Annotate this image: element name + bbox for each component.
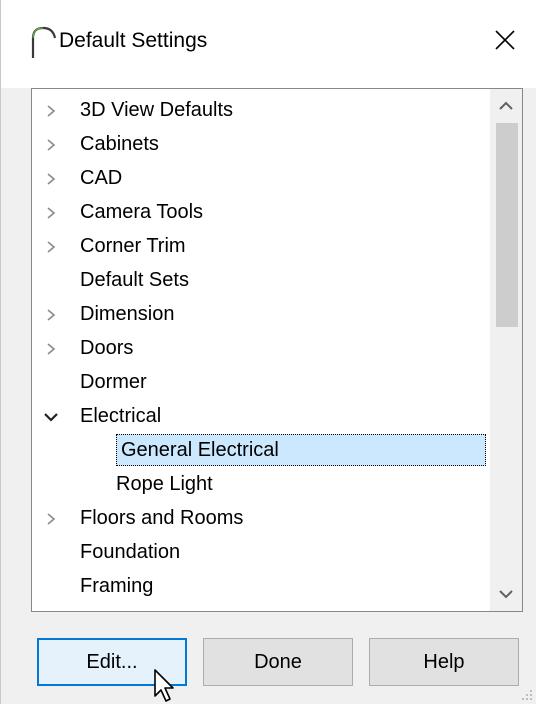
chevron-right-icon[interactable] [44,172,58,186]
tree-item-label: Doors [80,337,134,359]
tree-item[interactable]: Doors [32,331,488,365]
tree-item-label: Dimension [80,303,175,325]
vertical-scrollbar[interactable] [490,89,522,611]
scroll-up-button[interactable] [490,89,522,123]
help-button[interactable]: Help [369,638,519,686]
tree-item-label: Floors and Rooms [80,507,244,529]
chevron-down-icon [499,590,513,599]
tree-item[interactable]: Dimension [32,297,488,331]
tree-item-label: General Electrical [116,434,486,466]
tree-item[interactable]: Camera Tools [32,195,488,229]
tree-item[interactable]: CAD [32,161,488,195]
tree-item[interactable]: Framing [32,569,488,603]
tree-item[interactable]: Electrical [32,399,488,433]
close-icon [495,30,515,50]
scroll-thumb[interactable] [496,123,518,327]
chevron-right-icon[interactable] [44,206,58,220]
default-settings-dialog: Default Settings Framing Foundation Floors… [0,0,536,704]
tree-item[interactable]: Cabinets [32,127,488,161]
chevron-right-icon[interactable] [44,308,58,322]
tree-item-label: Camera Tools [80,201,204,223]
tree-item[interactable]: Floors and Rooms [32,501,488,535]
tree-item[interactable]: 3D View Defaults [32,93,488,127]
resize-grip-icon[interactable] [518,686,534,702]
tree-item-label: 3D View Defaults [80,99,234,121]
tree-item-label: Default Sets [80,269,189,291]
tree-item[interactable]: Dormer [32,365,488,399]
done-button[interactable]: Done [203,638,353,686]
scroll-down-button[interactable] [490,577,522,611]
tree-item[interactable]: Foundation [32,535,488,569]
chevron-up-icon [499,101,513,110]
window-title: Default Settings [59,29,208,52]
title-bar[interactable]: Default Settings [1,0,536,88]
tree-item-label: Cabinets [80,133,159,155]
chevron-right-icon[interactable] [44,138,58,152]
tree-item[interactable]: Corner Trim [32,229,488,263]
tree-item-label: Rope Light [116,473,213,495]
chevron-right-icon[interactable] [44,512,58,526]
chevron-down-icon[interactable] [44,410,58,424]
tree-item[interactable]: Rope Light [32,467,488,501]
chevron-right-icon[interactable] [44,240,58,254]
tree-item-label: Framing [80,575,154,597]
settings-tree[interactable]: Framing Foundation Floors and Rooms Rope Li… [31,88,523,612]
close-button[interactable] [481,16,529,64]
edit-button[interactable]: Edit... [37,638,187,686]
tree-item[interactable]: Default Sets [32,263,488,297]
chevron-right-icon[interactable] [44,342,58,356]
tree-item[interactable]: General Electrical [32,433,488,467]
tree-item-label: Dormer [80,371,147,393]
tree-item-label: Corner Trim [80,235,186,257]
tree-item-label: CAD [80,167,123,189]
tree-item-label: Electrical [80,405,162,427]
tree-item-label: Foundation [80,541,181,563]
chevron-right-icon[interactable] [44,104,58,118]
